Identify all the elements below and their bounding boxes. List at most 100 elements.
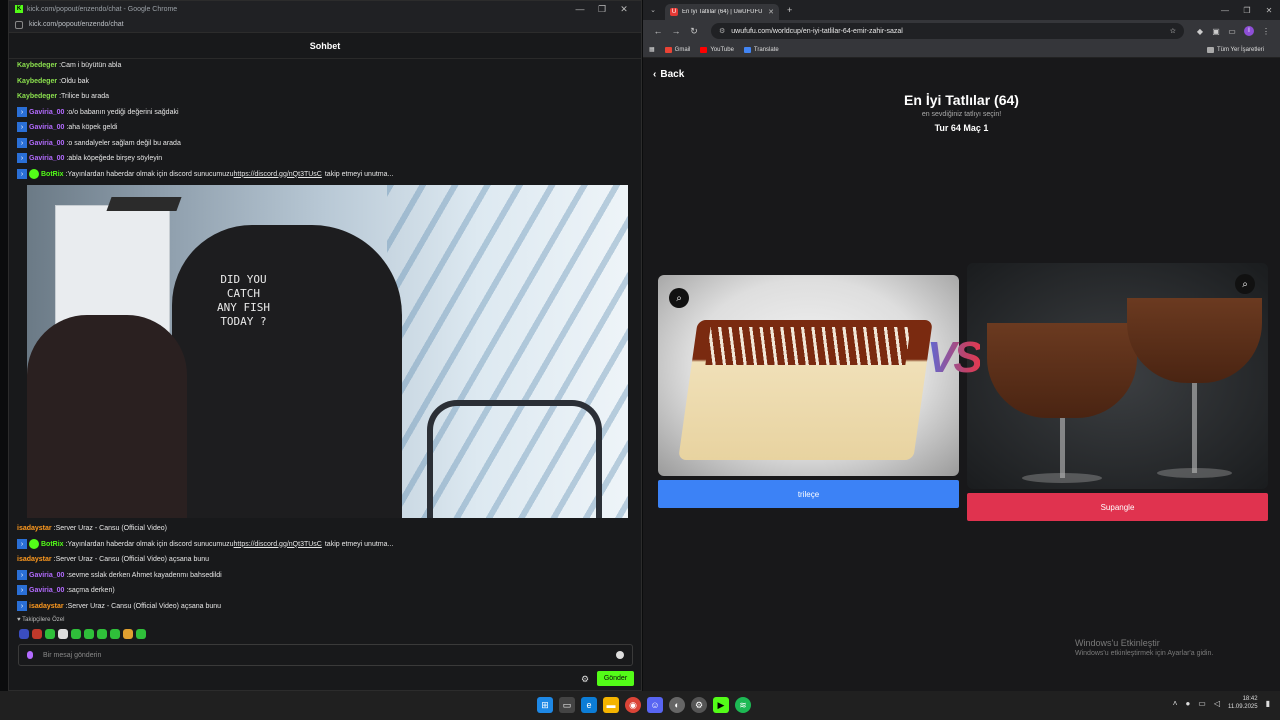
forward-arrow-icon[interactable]: → xyxy=(667,26,685,36)
menu-kebab-icon[interactable]: ⋮ xyxy=(1258,27,1274,36)
app-icon[interactable]: ◐ xyxy=(669,697,685,713)
microphone-icon[interactable] xyxy=(27,651,33,659)
system-clock[interactable]: 18:42 11.09.2025 xyxy=(1228,695,1258,711)
discord-icon[interactable]: ☺ xyxy=(647,697,663,713)
maximize-button[interactable]: ❐ xyxy=(591,4,613,15)
emote-bar xyxy=(19,629,146,639)
side-panel-icon[interactable]: ▭ xyxy=(1224,27,1240,36)
second-person-image xyxy=(27,315,187,518)
tab-close-icon[interactable]: ✕ xyxy=(768,8,774,16)
chat-username[interactable]: Gaviria_00 xyxy=(29,124,64,131)
back-arrow-icon[interactable]: ← xyxy=(649,26,667,36)
trilece-image[interactable]: ⌕ xyxy=(658,275,959,476)
chat-username[interactable]: BotRix xyxy=(41,541,64,548)
bookmark-translate[interactable]: Translate xyxy=(743,46,779,53)
chat-username[interactable]: Kaybedeger xyxy=(17,93,57,100)
emote-icon[interactable] xyxy=(97,629,107,639)
user-badge-icon: › xyxy=(17,601,27,611)
chair-image xyxy=(427,400,602,518)
stream-video-overlay[interactable]: DID YOU CATCH ANY FISH TODAY ? xyxy=(27,185,628,518)
bookmark-star-icon[interactable]: ☆ xyxy=(1170,27,1176,35)
chat-username[interactable]: isadaystar xyxy=(17,525,52,532)
task-view-icon[interactable]: ▭ xyxy=(559,697,575,713)
chat-message: › Gaviria_00: aha köpek geldi xyxy=(17,120,117,134)
chat-username[interactable]: Kaybedeger xyxy=(17,78,57,85)
file-explorer-icon[interactable]: ▬ xyxy=(603,697,619,713)
site-settings-icon[interactable]: ⚙ xyxy=(719,27,725,35)
chat-username[interactable]: Gaviria_00 xyxy=(29,140,64,147)
chat-text: Oldu bak xyxy=(61,77,90,85)
tab-uwufufu[interactable]: U En İyi Tatlılar (64) | UwUFUFU ✕ xyxy=(665,4,779,20)
shirt-print-text: DID YOU CATCH ANY FISH TODAY ? xyxy=(217,273,270,328)
new-tab-button[interactable]: + xyxy=(787,5,792,15)
option-right-button[interactable]: Supangle xyxy=(967,493,1268,521)
extension-icon[interactable]: ◆ xyxy=(1192,27,1208,36)
browser-window: ⌄ U En İyi Tatlılar (64) | UwUFUFU ✕ + —… xyxy=(643,0,1280,691)
close-button[interactable]: ✕ xyxy=(613,4,635,15)
watermark-subtitle: Windows'u etkinleştirmek için Ayarlar'a … xyxy=(1075,650,1214,657)
windows-taskbar: ⊞ ▭ e ▬ ◉ ☺ ◐ ⚙ ▶ ≋ ˄ ● ▭ ◁ 18:42 11.09.… xyxy=(0,691,1280,720)
network-icon[interactable]: ▭ xyxy=(1198,699,1206,708)
close-button[interactable]: ✕ xyxy=(1258,6,1280,15)
emote-icon[interactable] xyxy=(110,629,120,639)
microphone-tray-icon[interactable]: ● xyxy=(1185,699,1190,708)
emoji-picker-icon[interactable] xyxy=(616,651,624,659)
emote-icon[interactable] xyxy=(19,629,29,639)
extensions-puzzle-icon[interactable]: ▣ xyxy=(1208,27,1224,36)
chat-url-bar[interactable]: kick.com/popout/enzendo/chat xyxy=(9,17,641,33)
glass-stem-shape xyxy=(1192,383,1197,473)
settings-icon[interactable]: ⚙ xyxy=(691,697,707,713)
chat-message-input[interactable]: Bir mesaj gönderin xyxy=(18,644,633,666)
kick-app-icon[interactable]: ▶ xyxy=(713,697,729,713)
chat-link[interactable]: https://discord.gg/nQt3TUsC xyxy=(234,541,322,548)
chat-username[interactable]: isadaystar xyxy=(17,556,52,563)
emote-icon[interactable] xyxy=(123,629,133,639)
address-bar[interactable]: ⚙ uwufufu.com/worldcup/en-iyi-tatlilar-6… xyxy=(711,23,1184,39)
chat-message: › BotRix: Yayınlardan haberdar olmak için… xyxy=(17,167,393,181)
minimize-button[interactable]: — xyxy=(1214,6,1236,15)
profile-avatar[interactable]: I xyxy=(1244,26,1254,36)
tray-chevron-icon[interactable]: ˄ xyxy=(1173,699,1178,708)
chat-username[interactable]: Gaviria_00 xyxy=(29,109,64,116)
all-bookmarks-folder[interactable]: Tüm Yer İşaretleri xyxy=(1206,46,1264,53)
bookmark-youtube[interactable]: YouTube xyxy=(700,46,734,53)
emote-icon[interactable] xyxy=(84,629,94,639)
emote-icon[interactable] xyxy=(58,629,68,639)
chat-text: Server Uraz - Cansu (Official Video) açs… xyxy=(67,602,222,610)
chat-username[interactable]: BotRix xyxy=(41,171,64,178)
notification-icon[interactable]: ▮ xyxy=(1266,699,1270,708)
back-link[interactable]: ‹ Back xyxy=(653,69,684,80)
zoom-icon[interactable]: ⌕ xyxy=(1235,274,1255,294)
reload-icon[interactable]: ↻ xyxy=(685,26,703,37)
chat-settings-gear-icon[interactable]: ⚙ xyxy=(581,674,589,685)
address-url: uwufufu.com/worldcup/en-iyi-tatlilar-64-… xyxy=(731,27,903,35)
edge-browser-icon[interactable]: e xyxy=(581,697,597,713)
send-button[interactable]: Gönder xyxy=(597,671,634,686)
emote-icon[interactable] xyxy=(136,629,146,639)
bookmark-gmail[interactable]: Gmail xyxy=(664,46,690,53)
maximize-button[interactable]: ❐ xyxy=(1236,6,1258,15)
bot-badge-icon xyxy=(29,169,39,179)
option-left-button[interactable]: trileçe xyxy=(658,480,959,508)
tab-search-icon[interactable]: ⌄ xyxy=(647,6,659,14)
chat-link[interactable]: https://discord.gg/nQt3TUsC xyxy=(234,171,322,178)
emote-icon[interactable] xyxy=(32,629,42,639)
volume-icon[interactable]: ◁ xyxy=(1214,699,1220,708)
apps-grid-icon[interactable]: ▦ xyxy=(649,46,655,53)
chrome-icon[interactable]: ◉ xyxy=(625,697,641,713)
browser-tabbar: ⌄ U En İyi Tatlılar (64) | UwUFUFU ✕ + —… xyxy=(643,0,1280,20)
zoom-icon[interactable]: ⌕ xyxy=(669,288,689,308)
emote-icon[interactable] xyxy=(71,629,81,639)
start-windows-icon[interactable]: ⊞ xyxy=(537,697,553,713)
emote-icon[interactable] xyxy=(45,629,55,639)
supangle-image[interactable]: ⌕ xyxy=(967,263,1268,489)
chat-username[interactable]: Gaviria_00 xyxy=(29,572,64,579)
chat-username[interactable]: Gaviria_00 xyxy=(29,155,64,162)
chat-username[interactable]: Kaybedeger xyxy=(17,62,57,69)
site-info-icon[interactable] xyxy=(15,20,23,29)
spotify-icon[interactable]: ≋ xyxy=(735,697,751,713)
chat-username[interactable]: isadaystar xyxy=(29,603,64,610)
chat-username[interactable]: Gaviria_00 xyxy=(29,587,64,594)
tab-title: En İyi Tatlılar (64) | UwUFUFU xyxy=(682,9,763,15)
minimize-button[interactable]: — xyxy=(569,4,591,14)
